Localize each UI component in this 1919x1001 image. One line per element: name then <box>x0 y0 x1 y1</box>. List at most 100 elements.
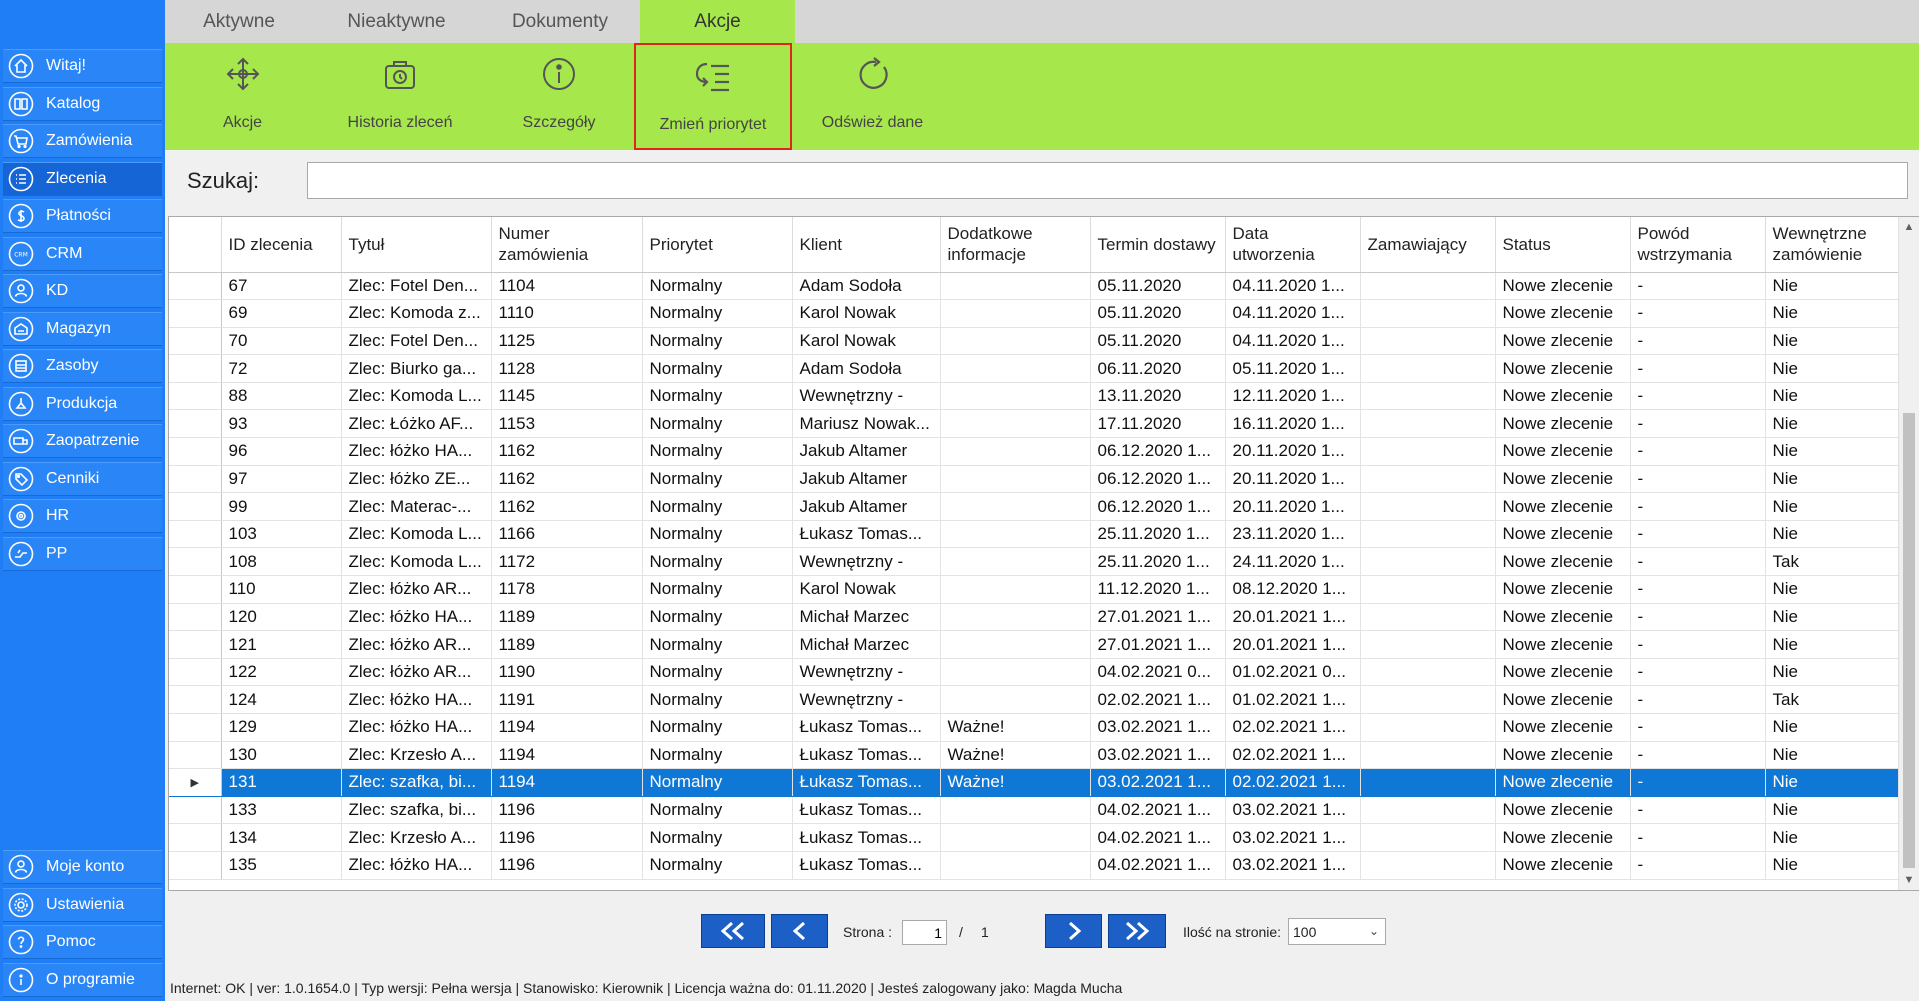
sidebar-item-hr[interactable]: HR <box>3 499 162 533</box>
odswiez-dane-button[interactable]: Odśwież dane <box>795 43 950 150</box>
column-header[interactable]: Wewnętrzne zamówienie <box>1765 217 1901 273</box>
per-page-select[interactable]: 100 ⌄ <box>1288 918 1386 945</box>
tab-dokumenty[interactable]: Dokumenty <box>480 0 640 43</box>
row-header[interactable] <box>169 492 222 521</box>
prev-page-button[interactable] <box>771 914 828 948</box>
szczegoly-button[interactable]: Szczegóły <box>485 43 633 150</box>
sidebar-item-płatności[interactable]: Płatności <box>3 199 162 233</box>
row-header[interactable] <box>169 713 222 742</box>
sidebar-item-katalog[interactable]: Katalog <box>3 86 162 121</box>
table-row[interactable]: 129 Zlec: łóżko HA... 1194 Normalny Łukasz T… <box>169 713 1901 742</box>
table-row[interactable]: 96 Zlec: łóżko HA... 1162 Normalny Jakub Alt… <box>169 437 1901 466</box>
sidebar-item-o-programie[interactable]: O programie <box>3 962 162 997</box>
next-page-button[interactable] <box>1045 914 1102 948</box>
table-row[interactable]: 110 Zlec: łóżko AR... 1178 Normalny Karol No… <box>169 575 1901 604</box>
column-header[interactable]: Numer zamówienia <box>491 217 643 273</box>
row-header[interactable] <box>169 327 222 356</box>
sidebar-item-moje-konto[interactable]: Moje konto <box>3 850 162 884</box>
akcje-button[interactable]: Akcje <box>170 43 315 150</box>
table-row[interactable]: 70 Zlec: Fotel Den... 1125 Normalny Karol No… <box>169 327 1901 356</box>
last-page-button[interactable] <box>1108 914 1166 948</box>
table-row[interactable]: 72 Zlec: Biurko ga... 1128 Normalny Adam Sod… <box>169 354 1901 383</box>
column-header[interactable]: ID zlecenia <box>221 217 342 273</box>
row-header[interactable] <box>169 630 222 659</box>
table-row[interactable]: 108 Zlec: Komoda L... 1172 Normalny Wewnętrz… <box>169 547 1901 577</box>
row-header[interactable]: ▶ <box>169 768 222 797</box>
account-icon <box>8 854 34 880</box>
sidebar-item-cenniki[interactable]: Cenniki <box>3 461 162 496</box>
sidebar-item-witaj-[interactable]: Witaj! <box>3 49 162 83</box>
historia-zlecen-button[interactable]: Historia zleceń <box>315 43 485 150</box>
column-header[interactable]: Data utworzenia <box>1225 217 1361 273</box>
table-row[interactable]: 99 Zlec: Materac-... 1162 Normalny Jakub Alt… <box>169 492 1901 521</box>
row-header[interactable] <box>169 603 222 632</box>
sidebar-item-zasoby[interactable]: Zasoby <box>3 349 162 383</box>
column-header[interactable]: Dodatkowe informacje <box>940 217 1091 273</box>
table-row[interactable]: 130 Zlec: Krzesło A... 1194 Normalny Łukasz … <box>169 741 1901 770</box>
row-header[interactable] <box>169 823 222 852</box>
row-header[interactable] <box>169 851 222 880</box>
page-number-input[interactable] <box>902 920 947 945</box>
sidebar-item-zamówienia[interactable]: Zamówienia <box>3 124 162 158</box>
sidebar-item-ustawienia[interactable]: Ustawienia <box>3 887 162 922</box>
table-row[interactable]: 124 Zlec: łóżko HA... 1191 Normalny Wewnętrz… <box>169 685 1901 714</box>
table-row[interactable]: 103 Zlec: Komoda L... 1166 Normalny Łukasz T… <box>169 520 1901 549</box>
column-header[interactable]: Zamawiający <box>1360 217 1496 273</box>
table-cell <box>940 354 1091 383</box>
table-row[interactable]: 121 Zlec: łóżko AR... 1189 Normalny Michał M… <box>169 630 1901 659</box>
column-header[interactable]: Powód wstrzymania <box>1630 217 1766 273</box>
column-header[interactable]: Klient <box>792 217 941 273</box>
sidebar-item-crm[interactable]: CRM CRM <box>3 236 162 271</box>
sidebar-item-pp[interactable]: PP <box>3 536 162 571</box>
row-header[interactable] <box>169 465 222 494</box>
vertical-scrollbar[interactable]: ▲ ▼ <box>1898 217 1919 890</box>
scroll-thumb[interactable] <box>1903 413 1915 868</box>
table-cell: - <box>1630 492 1766 521</box>
table-row[interactable]: 133 Zlec: szafka, bi... 1196 Normalny Łukasz… <box>169 796 1901 825</box>
sidebar-item-zlecenia[interactable]: Zlecenia <box>3 161 162 196</box>
scroll-down-icon[interactable]: ▼ <box>1899 870 1919 890</box>
column-header[interactable]: Status <box>1495 217 1631 273</box>
table-row[interactable]: 122 Zlec: łóżko AR... 1190 Normalny Wewnętrz… <box>169 658 1901 687</box>
row-header[interactable] <box>169 575 222 604</box>
table-row[interactable]: 135 Zlec: łóżko HA... 1196 Normalny Łukasz T… <box>169 851 1901 880</box>
column-header[interactable]: Termin dostawy <box>1090 217 1226 273</box>
table-row[interactable]: 134 Zlec: Krzesło A... 1196 Normalny Łukasz … <box>169 823 1901 852</box>
sidebar-item-pomoc[interactable]: Pomoc <box>3 925 162 959</box>
table-cell: Zlec: Krzesło A... <box>341 741 492 770</box>
row-header[interactable] <box>169 299 222 328</box>
sidebar-item-magazyn[interactable]: Magazyn <box>3 311 162 346</box>
table-row[interactable]: 88 Zlec: Komoda L... 1145 Normalny Wewnętrzn… <box>169 382 1901 411</box>
column-header[interactable]: Priorytet <box>642 217 793 273</box>
row-header[interactable] <box>169 520 222 549</box>
search-input[interactable] <box>307 162 1908 199</box>
sidebar-item-kd[interactable]: KD <box>3 274 162 308</box>
tab-aktywne[interactable]: Aktywne <box>165 0 313 43</box>
table-cell: 1194 <box>491 741 643 770</box>
table-row[interactable]: 97 Zlec: łóżko ZE... 1162 Normalny Jakub Alt… <box>169 465 1901 494</box>
row-header[interactable] <box>169 685 222 714</box>
table-row[interactable]: ▶ 131 Zlec: szafka, bi... 1194 Normalny Łukas… <box>169 768 1901 797</box>
sidebar-item-zaopatrzenie[interactable]: Zaopatrzenie <box>3 424 162 458</box>
row-header[interactable] <box>169 382 222 411</box>
table-row[interactable]: 69 Zlec: Komoda z... 1110 Normalny Karol Now… <box>169 299 1901 328</box>
tab-nieaktywne[interactable]: Nieaktywne <box>313 0 480 43</box>
tab-akcje[interactable]: Akcje <box>640 0 795 43</box>
row-header[interactable] <box>169 796 222 825</box>
column-header[interactable]: Tytuł <box>341 217 492 273</box>
first-page-button[interactable] <box>701 914 765 948</box>
row-header[interactable] <box>169 658 222 687</box>
row-header[interactable] <box>169 409 222 439</box>
table-row[interactable]: 93 Zlec: Łóżko AF... 1153 Normalny Mariusz N… <box>169 409 1901 439</box>
row-header[interactable] <box>169 547 222 577</box>
row-header[interactable] <box>169 437 222 466</box>
table-row[interactable]: 120 Zlec: łóżko HA... 1189 Normalny Michał M… <box>169 603 1901 632</box>
zmien-priorytet-button[interactable]: Zmień priorytet <box>634 43 792 150</box>
sidebar-item-produkcja[interactable]: Produkcja <box>3 386 162 421</box>
row-header[interactable] <box>169 354 222 383</box>
scroll-up-icon[interactable]: ▲ <box>1899 217 1919 237</box>
table-cell: 05.11.2020 <box>1090 272 1226 301</box>
table-row[interactable]: 67 Zlec: Fotel Den... 1104 Normalny Adam Sod… <box>169 272 1901 301</box>
row-header[interactable] <box>169 741 222 770</box>
row-header[interactable] <box>169 272 222 301</box>
